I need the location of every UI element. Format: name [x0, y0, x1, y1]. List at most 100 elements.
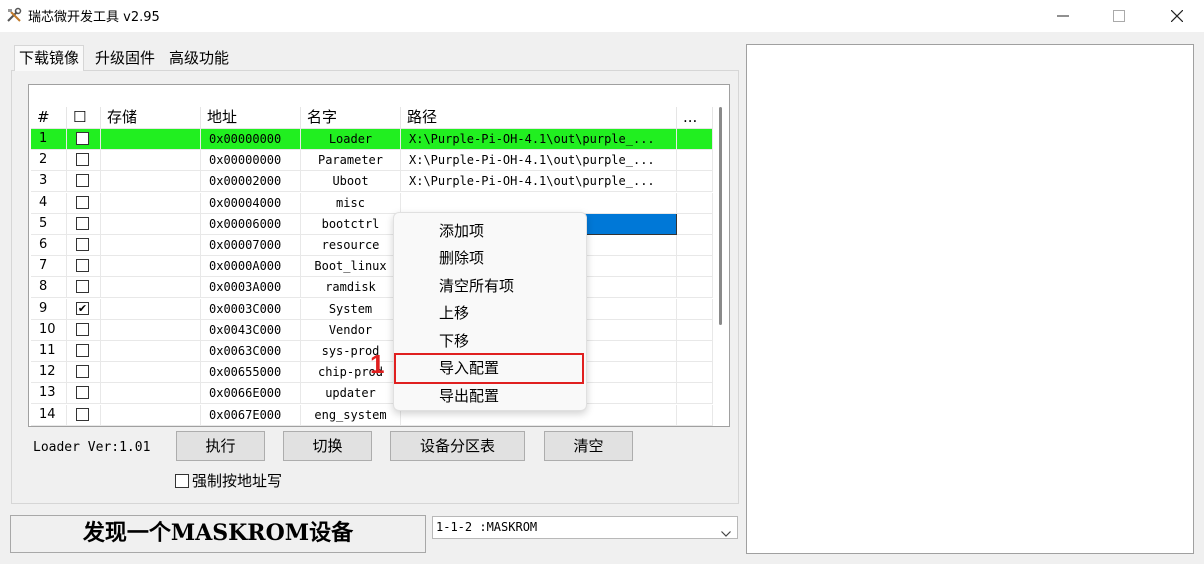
checkbox-box[interactable]	[175, 474, 189, 488]
table-row[interactable]: 3 0x00002000 Uboot X:\Purple-Pi-OH-4.1\out\…	[31, 171, 713, 193]
tab-download-image[interactable]: 下载镜像	[14, 45, 85, 71]
row-num: 14	[31, 404, 67, 426]
row-storage	[101, 319, 201, 341]
menu-item-move-down[interactable]: 下移	[439, 330, 469, 351]
row-checkbox-cell	[67, 319, 101, 341]
menu-item-add[interactable]: 添加项	[439, 220, 484, 241]
row-checkbox[interactable]	[76, 365, 89, 379]
device-partition-table-button[interactable]: 设备分区表	[390, 431, 525, 461]
row-more-cell	[677, 319, 713, 341]
row-num: 8	[31, 277, 67, 299]
maximize-button[interactable]	[1090, 0, 1148, 32]
row-num: 5	[31, 213, 67, 235]
row-checkbox[interactable]	[76, 386, 89, 400]
table-row[interactable]: 2 0x00000000 Parameter X:\Purple-Pi-OH-4.1\…	[31, 150, 713, 172]
row-checkbox[interactable]	[76, 407, 89, 421]
force-write-by-address-checkbox[interactable]: 强制按地址写	[175, 470, 282, 491]
table-row[interactable]: 5 0x00006000 bootctrl	[31, 213, 713, 235]
row-name: bootctrl	[301, 213, 401, 235]
table-row[interactable]: 1 0x00000000 Loader X:\Purple-Pi-OH-4.1\out…	[31, 129, 713, 150]
row-more-cell	[677, 150, 713, 172]
row-name: Boot_linux	[301, 256, 401, 278]
vertical-scrollbar[interactable]	[715, 85, 729, 426]
row-num: 9	[31, 298, 67, 320]
row-name: Vendor	[301, 319, 401, 341]
row-storage	[101, 150, 201, 172]
row-storage	[101, 383, 201, 405]
column-header-check[interactable]: ☐	[67, 107, 101, 129]
tab-advanced-functions[interactable]: 高级功能	[165, 46, 233, 72]
row-checkbox[interactable]	[76, 280, 89, 294]
device-select[interactable]: 1-1-2 :MASKROM	[432, 516, 738, 539]
row-storage	[101, 235, 201, 256]
table-row[interactable]: 80x0003A000ramdiskpurple_...	[31, 277, 713, 299]
row-checkbox[interactable]	[76, 216, 89, 230]
menu-item-move-up[interactable]: 上移	[439, 302, 469, 323]
row-checkbox[interactable]	[76, 259, 89, 273]
table-row[interactable]: 70x0000A000Boot_linuxpurple_...	[31, 256, 713, 278]
row-more-cell	[677, 298, 713, 320]
row-num: 4	[31, 192, 67, 214]
tab-upgrade-firmware[interactable]: 升级固件	[91, 46, 159, 72]
close-button[interactable]	[1148, 0, 1204, 32]
row-more-cell	[677, 213, 713, 235]
row-address: 0x00655000	[201, 362, 301, 384]
row-name: Uboot	[301, 171, 401, 193]
row-num: 2	[31, 150, 67, 172]
column-header-storage[interactable]: 存储	[101, 107, 201, 129]
table-row[interactable]: 130x0066E000updaterpurple_...	[31, 383, 713, 405]
row-checkbox[interactable]	[76, 195, 89, 209]
table-row[interactable]: 14 0x0067E000 eng_system	[31, 404, 713, 426]
row-address: 0x00004000	[201, 192, 301, 214]
scrollbar-thumb[interactable]	[719, 107, 722, 325]
row-checkbox-cell	[67, 129, 101, 150]
row-path: X:\Purple-Pi-OH-4.1\out\purple_...	[401, 150, 677, 172]
minimize-button[interactable]	[1034, 0, 1092, 32]
column-header-path[interactable]: 路径	[401, 107, 677, 129]
row-name: System	[301, 298, 401, 320]
row-checkbox[interactable]	[76, 132, 89, 145]
row-checkbox-cell	[67, 256, 101, 278]
row-checkbox[interactable]: ✔	[76, 301, 89, 315]
row-storage	[101, 256, 201, 278]
row-storage	[101, 362, 201, 384]
menu-item-export-config[interactable]: 导出配置	[439, 385, 499, 406]
row-checkbox-cell	[67, 235, 101, 256]
clear-button[interactable]: 清空	[544, 431, 633, 461]
column-header-more[interactable]: ...	[677, 107, 713, 129]
row-storage	[101, 171, 201, 193]
row-num: 7	[31, 256, 67, 278]
row-checkbox-cell	[67, 192, 101, 214]
column-header-name[interactable]: 名字	[301, 107, 401, 129]
force-write-label: 强制按地址写	[192, 472, 283, 490]
row-storage	[101, 404, 201, 426]
row-checkbox[interactable]	[76, 322, 89, 336]
menu-item-delete[interactable]: 删除项	[439, 247, 484, 268]
row-num: 11	[31, 341, 67, 362]
column-header-address[interactable]: 地址	[201, 107, 301, 129]
table-row[interactable]: 100x0043C000Vendorpurple_...	[31, 319, 713, 341]
menu-item-clear-all[interactable]: 清空所有项	[439, 275, 514, 296]
row-checkbox[interactable]	[76, 174, 89, 188]
log-output[interactable]	[746, 44, 1194, 554]
row-address: 0x00007000	[201, 235, 301, 256]
row-checkbox[interactable]	[76, 344, 89, 357]
column-header-index[interactable]: #	[31, 107, 67, 129]
row-checkbox[interactable]	[76, 238, 89, 251]
row-name: Parameter	[301, 150, 401, 172]
row-checkbox-cell	[67, 383, 101, 405]
table-row[interactable]: 4 0x00004000 misc	[31, 192, 713, 214]
row-checkbox[interactable]	[76, 153, 89, 167]
switch-button[interactable]: 切换	[283, 431, 372, 461]
row-more-cell	[677, 383, 713, 405]
row-more-cell	[677, 256, 713, 278]
row-more-cell	[677, 341, 713, 362]
table-row[interactable]: 9✔0x0003C000System\system...	[31, 298, 713, 320]
table-row[interactable]: 60x00007000resourcepurple_...	[31, 235, 713, 256]
row-checkbox-cell	[67, 171, 101, 193]
row-more-cell	[677, 129, 713, 150]
row-checkbox-cell	[67, 341, 101, 362]
row-checkbox-cell	[67, 362, 101, 384]
row-more-cell	[677, 235, 713, 256]
execute-button[interactable]: 执行	[176, 431, 265, 461]
